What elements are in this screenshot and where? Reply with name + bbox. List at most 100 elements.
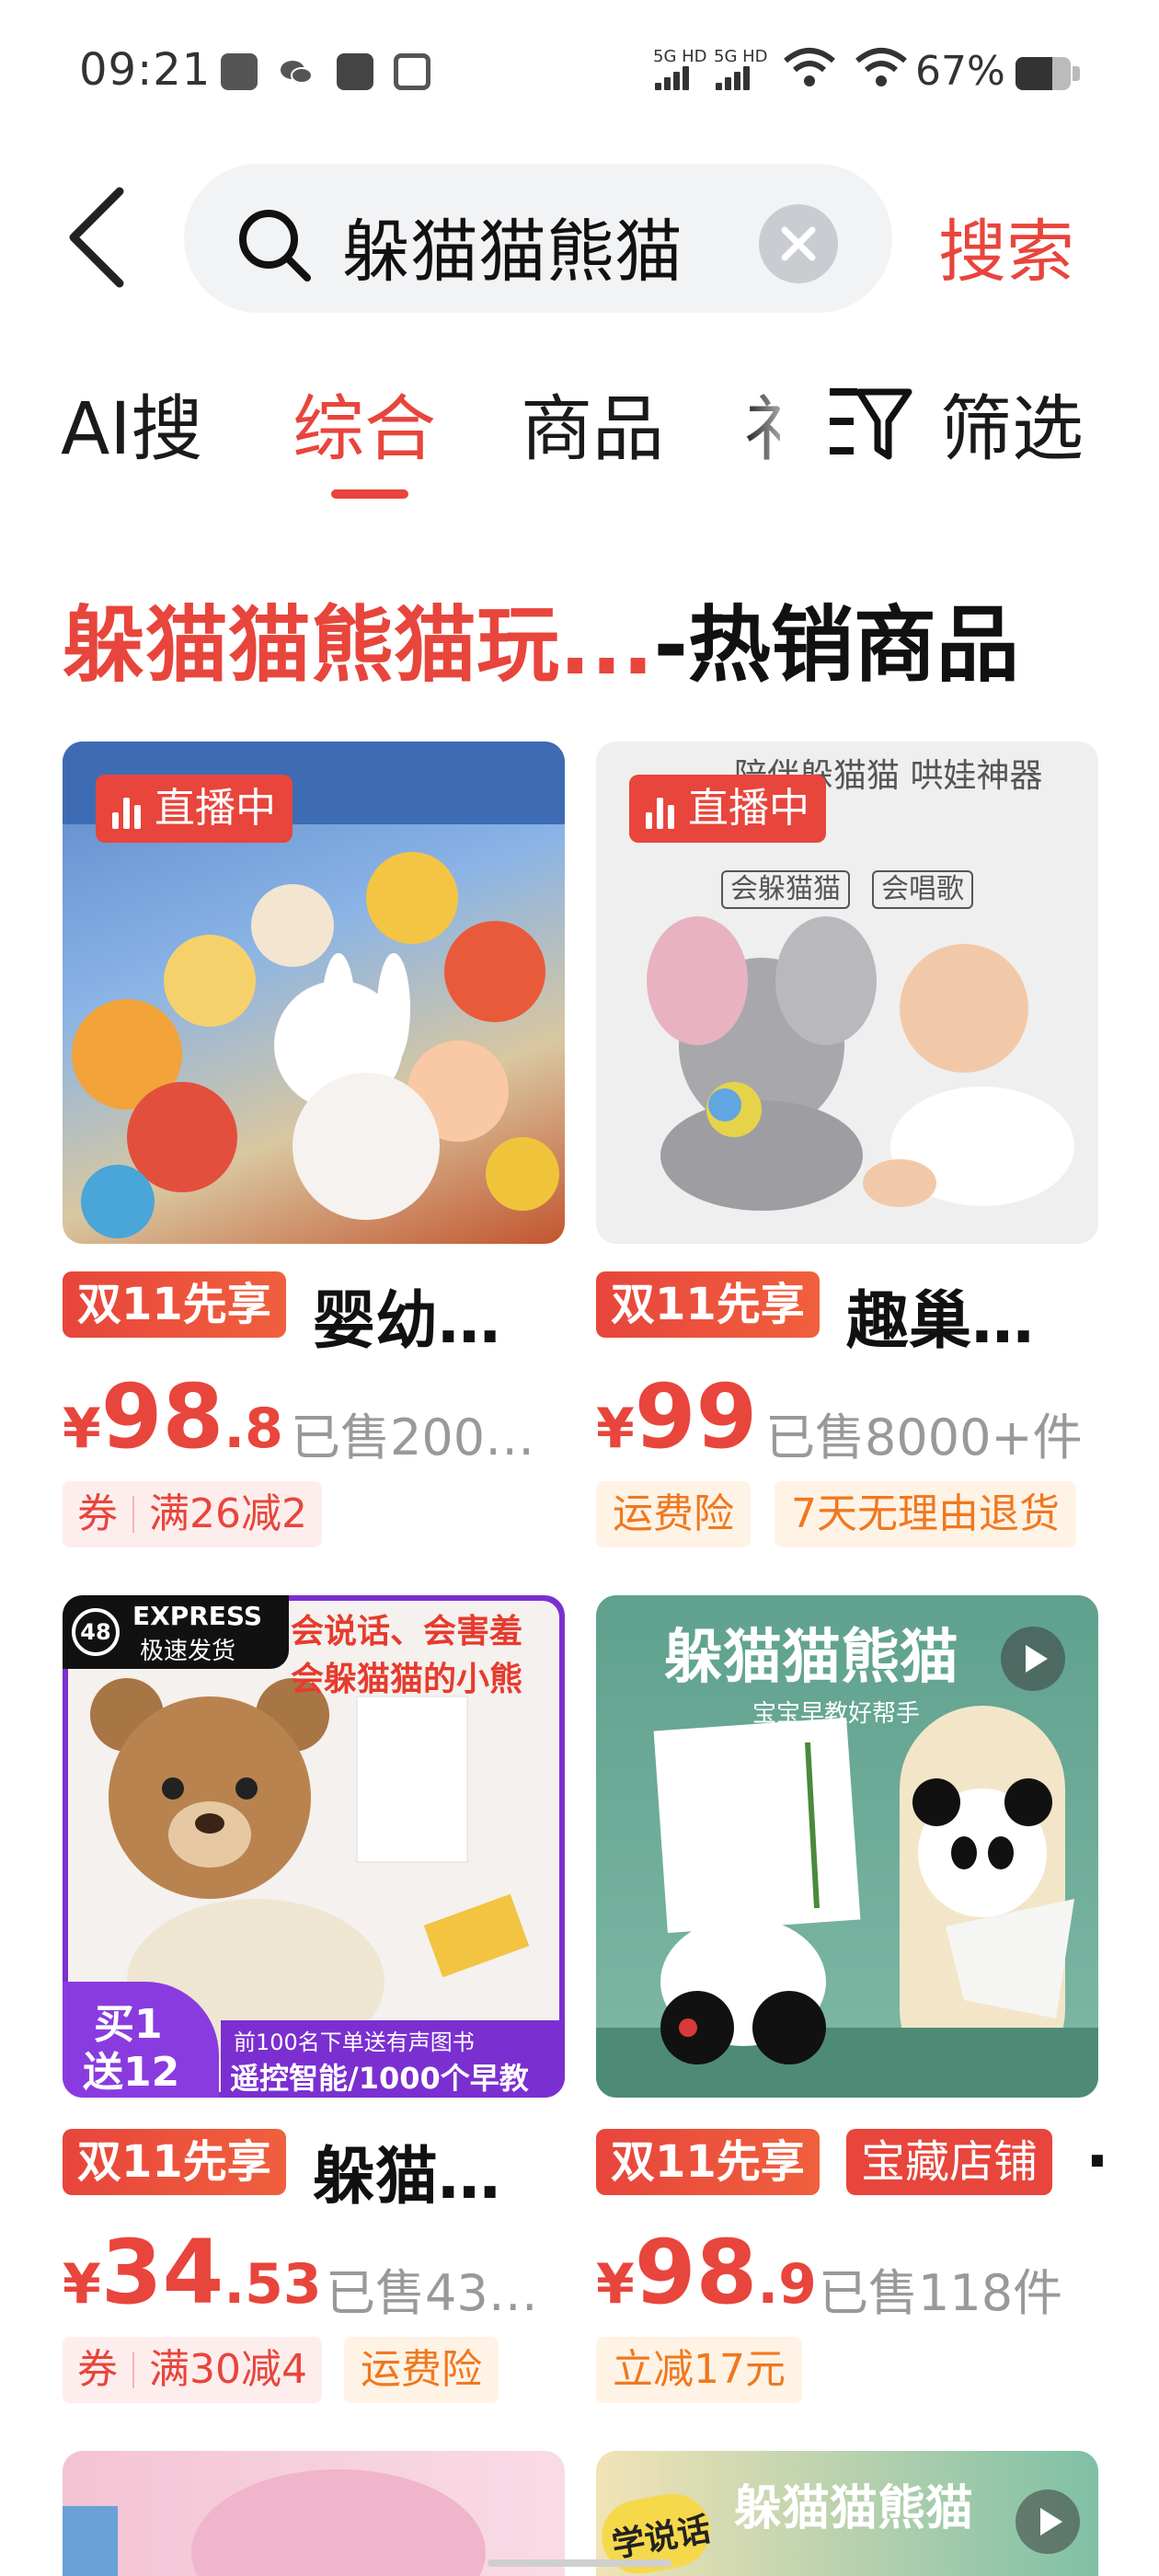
battery-cap [1073,66,1080,81]
tag-free-return-2: 7天无理由退货 [775,1481,1076,1547]
express-cn: 极速发货 [140,1638,236,1665]
promo-tag-2: 双11先享 [596,1271,820,1338]
live-badge-label: 直播中 [688,785,809,832]
product-image-4[interactable]: 躲猫猫熊猫 宝宝早教好帮手 [596,1595,1098,2098]
image-badge-label-6: 学说话 [609,2510,714,2566]
play-video-icon[interactable] [1016,2490,1080,2554]
product-image-6[interactable]: 学说话 躲猫猫熊猫 [596,2451,1098,2576]
close-icon [781,226,816,261]
product-title-1[interactable]: 婴幼… [313,1270,500,1361]
wifi-icon-2 [855,48,907,86]
image-bottom-band: 前100名下单送有声图书 遥控智能/1000个早教 [221,2020,565,2098]
image-bottom-small: 前100名下单送有声图书 [234,2030,475,2055]
product-image-1[interactable]: 直播中 [63,742,565,1244]
promo-tag-1: 双11先享 [63,1271,286,1338]
play-video-icon[interactable] [1001,1627,1065,1691]
sold-count-3: 已售43… [326,2264,538,2322]
coupon-tag-3[interactable]: 券满30减4 [63,2337,322,2403]
filter-button[interactable]: 筛选 [940,372,1084,475]
live-icon [646,792,679,829]
product-image-3[interactable]: 48 EXPRESS 极速发货 会说话、会害羞 会躲猫猫的小熊 买1 送12 前… [63,1595,565,2098]
product-price-3: ¥34.53 [63,2221,322,2324]
signal-icon-2 [716,64,756,90]
network-label-1: 5G HD [653,47,707,66]
tab-products[interactable]: 商品 [521,372,664,475]
tag-discount-4: 立减17元 [596,2337,802,2403]
live-badge-label: 直播中 [155,785,276,832]
chevron-left-icon [69,187,124,288]
live-badge-2: 直播中 [629,775,826,843]
product-title-3[interactable]: 躲猫… [313,2125,500,2216]
wifi-icon-1 [784,48,835,86]
back-button[interactable] [57,182,140,293]
status-time: 09:21 [79,44,212,96]
filter-icon[interactable] [826,385,912,462]
battery-icon [1016,57,1071,90]
image-chip-2: 会唱歌 [872,870,973,909]
status-bar: 09:21 5G HD 5G HD 67% [0,0,1159,147]
coupon-label: 券 [77,2346,118,2393]
product-price-1: ¥98.8 [63,1365,283,1468]
search-icon [239,210,311,282]
image-headline-4: 躲猫猫熊猫 [664,1624,958,1692]
offer-line-2: 送12 [83,2049,180,2096]
active-tab-indicator [331,489,408,499]
network-label-2: 5G HD [714,47,768,66]
toutiao-icon [221,53,258,90]
battery-percent: 67% [915,48,1005,95]
sold-count-1: 已售200… [291,1409,535,1466]
product-price-2: ¥99 [596,1365,757,1468]
signal-icon-1 [655,64,695,90]
app-icon [394,53,430,90]
image-sub-4: 宝宝早教好帮手 [752,1700,921,1728]
price-currency: ¥ [63,1397,101,1461]
message-icon [337,53,373,90]
coupon-label: 券 [77,1490,118,1537]
image-headline-3a: 会说话、会害羞 [291,1613,523,1650]
coupon-value: 满30减4 [149,2346,307,2393]
price-decimal: .8 [224,1397,283,1461]
store-tag-4: 宝藏店铺 [846,2129,1053,2195]
price-currency: ¥ [63,2252,101,2317]
price-currency: ¥ [596,1397,635,1461]
price-integer: 98 [634,2221,758,2324]
coupon-tag-1[interactable]: 券满26减2 [63,1481,322,1547]
coupon-value: 满26减2 [149,1490,307,1537]
home-indicator[interactable] [488,2559,671,2567]
product-title-2[interactable]: 趣巢… [846,1270,1034,1361]
search-input[interactable]: 躲猫猫熊猫 [342,197,683,295]
image-bottom-big: 遥控智能/1000个早教 [230,2061,529,2096]
price-integer: 98 [100,1365,224,1468]
pink-plush-image [63,2469,486,2576]
tag-shipping-insurance-2: 运费险 [596,1481,751,1547]
express-badge: 48 EXPRESS 极速发货 [63,1595,289,1669]
price-integer: 99 [634,1365,758,1468]
promo-tag-4: 双11先享 [596,2129,820,2195]
search-button[interactable]: 搜索 [938,197,1074,295]
price-decimal: .9 [757,2252,817,2317]
express-en: EXPRESS [132,1601,262,1631]
section-keyword: 躲猫猫熊猫玩... [63,597,654,694]
live-badge-1: 直播中 [96,775,293,843]
product-image-2[interactable]: 陪伴躲猫猫 哄娃神器 会躲猫猫 会唱歌 直播中 [596,742,1098,1244]
price-currency: ¥ [596,2252,635,2317]
product-image-5[interactable] [63,2451,565,2576]
image-chip-1: 会躲猫猫 [721,870,850,909]
tab-comprehensive[interactable]: 综合 [293,372,436,475]
product-price-4: ¥98.9 [596,2221,817,2324]
express-number: 48 [72,1608,120,1656]
wechat-icon [278,53,315,90]
tab-fade [741,372,806,473]
sold-count-2: 已售8000+件 [765,1409,1083,1466]
clear-search-button[interactable] [759,204,838,283]
image-headline-3b: 会躲猫猫的小熊 [291,1661,523,1698]
price-decimal: .53 [224,2252,322,2317]
price-integer: 34 [100,2221,224,2324]
promo-tag-3: 双11先享 [63,2129,286,2195]
sold-count-4: 已售118件 [819,2264,1063,2322]
section-suffix: -热销商品 [653,597,1019,694]
tab-ai-search[interactable]: AI搜 [61,372,202,475]
product-title-4[interactable]: · [1085,2125,1109,2198]
live-icon [112,792,145,829]
image-headline-6: 躲猫猫熊猫 [734,2481,974,2536]
